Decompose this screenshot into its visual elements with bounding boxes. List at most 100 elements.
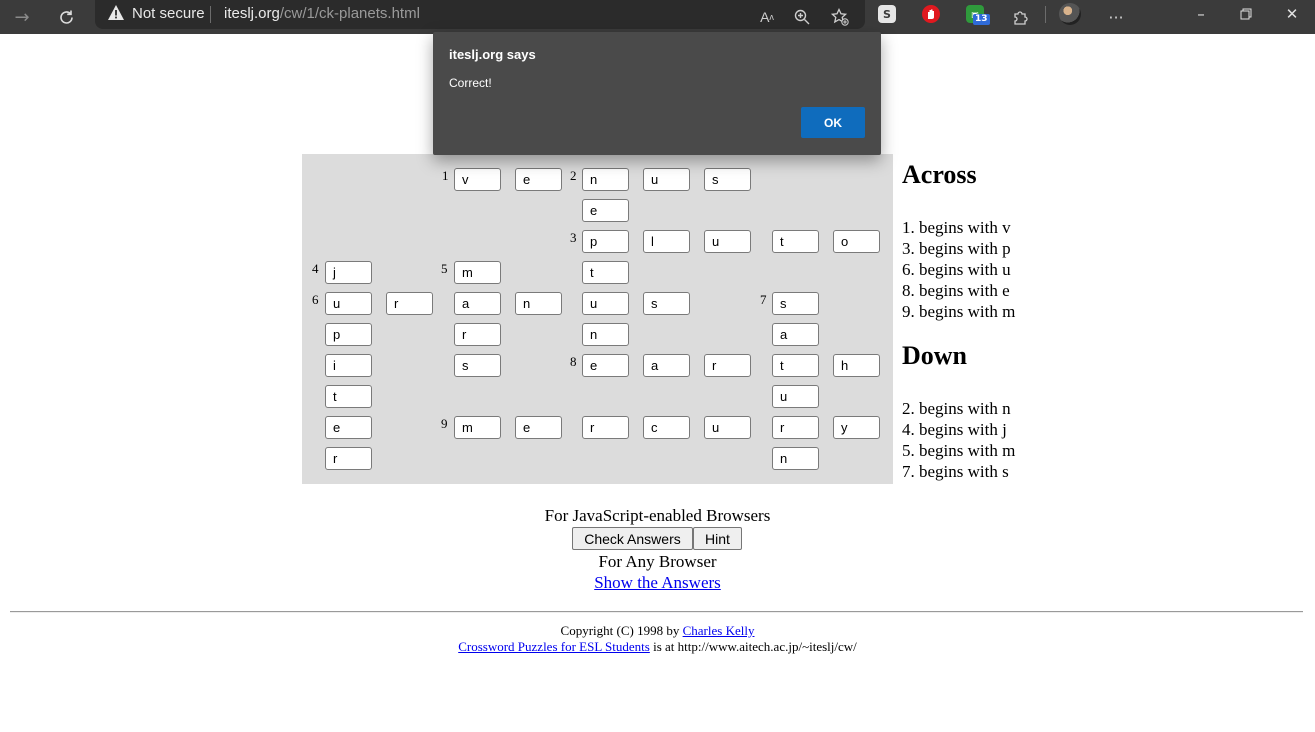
crossword-cell[interactable]: s [772, 292, 819, 315]
crossword-cell[interactable]: s [704, 168, 751, 191]
read-aloud-icon[interactable]: Aʌ [756, 0, 778, 34]
extension-s-icon[interactable]: S [878, 5, 896, 23]
clue-number: 8 [570, 354, 577, 369]
url-path: /cw/1/ck-planets.html [279, 5, 420, 22]
crossword-cell[interactable]: e [325, 416, 372, 439]
minimize-icon[interactable]: – [1181, 0, 1221, 28]
crossword-cell[interactable]: o [833, 230, 880, 253]
crossword-cell[interactable]: e [582, 199, 629, 222]
crossword-cell[interactable]: a [772, 323, 819, 346]
crossword-cell[interactable]: n [515, 292, 562, 315]
crossword-cell[interactable]: e [515, 416, 562, 439]
crossword-cell[interactable]: p [582, 230, 629, 253]
crossword-cell[interactable]: s [454, 354, 501, 377]
crossword-cell[interactable]: n [582, 168, 629, 191]
check-answers-button[interactable]: Check Answers [572, 527, 693, 550]
crossword-cell[interactable]: r [454, 323, 501, 346]
restore-icon[interactable] [1226, 0, 1266, 28]
crossword-cell[interactable]: e [582, 354, 629, 377]
crossword-cell[interactable]: e [515, 168, 562, 191]
show-answers-link[interactable]: Show the Answers [594, 573, 721, 592]
crossword-cell[interactable]: r [704, 354, 751, 377]
extensions-puzzle-icon[interactable] [1008, 0, 1032, 34]
across-clue: 8. begins with e [902, 281, 1010, 300]
crossword-cell[interactable]: p [325, 323, 372, 346]
crossword-cell[interactable]: h [833, 354, 880, 377]
across-clue: 9. begins with m [902, 302, 1016, 321]
warning-icon[interactable] [107, 4, 125, 22]
zoom-icon[interactable] [791, 0, 813, 34]
crossword-cell[interactable]: t [582, 261, 629, 284]
forward-icon[interactable]: → [8, 0, 36, 34]
crossword-cell[interactable]: v [454, 168, 501, 191]
across-clue: 1. begins with v [902, 218, 1011, 237]
clue-number: 4 [312, 261, 319, 276]
crossword-cell[interactable]: r [325, 447, 372, 470]
clue-number: 5 [441, 261, 448, 276]
crossword-cell[interactable]: a [454, 292, 501, 315]
address-separator [210, 6, 211, 23]
profile-avatar[interactable] [1059, 3, 1081, 25]
crossword-cell[interactable]: u [643, 168, 690, 191]
refresh-icon[interactable] [52, 0, 80, 34]
down-clue: 2. begins with n [902, 399, 1011, 418]
add-favorite-icon[interactable] [828, 0, 852, 34]
crossword-cell[interactable]: l [643, 230, 690, 253]
alert-dialog: iteslj.org says Correct! OK [433, 32, 881, 155]
crossword-cell[interactable]: r [772, 416, 819, 439]
close-window-icon[interactable]: ✕ [1272, 0, 1312, 28]
crossword-cell[interactable]: n [772, 447, 819, 470]
crossword-cell[interactable]: s [643, 292, 690, 315]
crossword-cell[interactable]: j [325, 261, 372, 284]
crossword-cell[interactable]: m [454, 416, 501, 439]
crossword-cell[interactable]: n [582, 323, 629, 346]
author-link[interactable]: Charles Kelly [683, 623, 755, 638]
clue-number: 6 [312, 292, 319, 307]
crossword-cell[interactable]: u [325, 292, 372, 315]
extension-badge: 13 [973, 14, 990, 25]
site-location-text: is at http://www.aitech.ac.jp/~iteslj/cw… [653, 639, 857, 654]
extension-hand-icon[interactable] [922, 5, 940, 23]
copyright-line: Copyright (C) 1998 by Charles Kelly [0, 623, 1315, 639]
dialog-title: iteslj.org says [449, 47, 536, 62]
url-host: iteslj.org [224, 5, 280, 22]
puzzles-link[interactable]: Crossword Puzzles for ESL Students [458, 639, 650, 654]
crossword-cell[interactable]: u [704, 230, 751, 253]
js-browsers-label: For JavaScript-enabled Browsers [544, 506, 771, 525]
crossword-cell[interactable]: m [454, 261, 501, 284]
down-clue: 5. begins with m [902, 441, 1016, 460]
crossword-cell[interactable]: u [704, 416, 751, 439]
across-clue: 6. begins with u [902, 260, 1011, 279]
url-text[interactable]: iteslj.org/cw/1/ck-planets.html [224, 5, 420, 22]
clue-number: 2 [570, 168, 577, 183]
crossword-cell[interactable]: t [772, 230, 819, 253]
site-line: Crossword Puzzles for ESL Students is at… [0, 639, 1315, 655]
crossword-cell[interactable]: a [643, 354, 690, 377]
across-heading: Across [902, 160, 977, 189]
crossword-cell[interactable]: u [772, 385, 819, 408]
clues-panel: Across 1. begins with v 3. begins with p… [902, 160, 1015, 482]
dialog-ok-button[interactable]: OK [801, 107, 865, 138]
down-clue: 4. begins with j [902, 420, 1007, 439]
toolbar-separator [1045, 6, 1046, 23]
down-clue: 7. begins with s [902, 462, 1009, 481]
crossword-cell[interactable]: u [582, 292, 629, 315]
dialog-message: Correct! [449, 76, 492, 90]
clue-number: 9 [441, 416, 448, 431]
hint-button[interactable]: Hint [693, 527, 742, 550]
crossword-cell[interactable]: t [325, 385, 372, 408]
clue-number: 7 [760, 292, 767, 307]
horizontal-rule [10, 611, 1303, 613]
clue-number: 1 [442, 168, 449, 183]
crossword-cell[interactable]: y [833, 416, 880, 439]
crossword-cell[interactable]: t [772, 354, 819, 377]
security-label[interactable]: Not secure [132, 5, 205, 22]
across-clue: 3. begins with p [902, 239, 1011, 258]
crossword-cell[interactable]: r [386, 292, 433, 315]
crossword-grid: 1 2 3 4 5 6 7 8 9 v e n u s e p l u t o … [302, 154, 893, 484]
crossword-cell[interactable]: r [582, 416, 629, 439]
crossword-cell[interactable]: i [325, 354, 372, 377]
any-browser-label: For Any Browser [598, 552, 717, 571]
more-menu-icon[interactable]: ··· [1104, 0, 1128, 34]
crossword-cell[interactable]: c [643, 416, 690, 439]
